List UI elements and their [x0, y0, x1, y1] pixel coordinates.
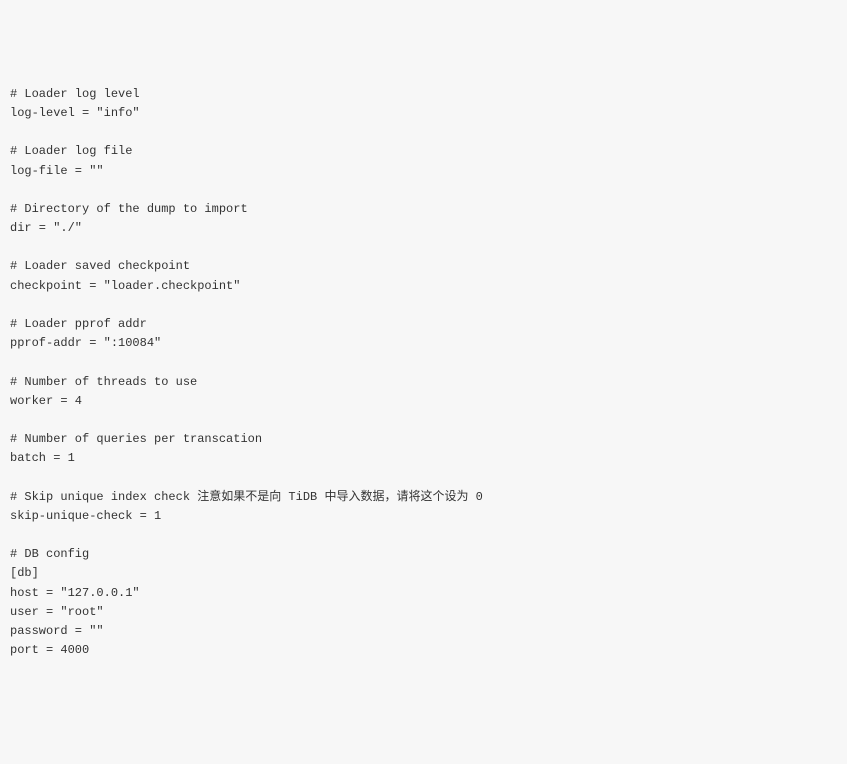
config-code-block: # Loader log level log-level = "info" # … — [10, 85, 837, 661]
config-text: # Loader log level log-level = "info" # … — [10, 87, 483, 657]
